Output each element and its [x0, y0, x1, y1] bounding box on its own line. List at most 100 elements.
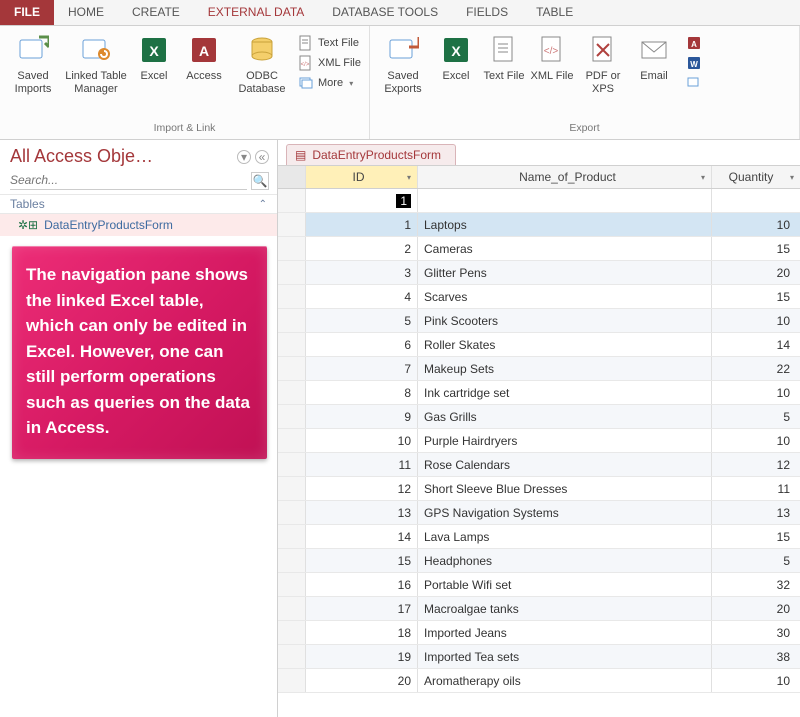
export-text-button[interactable]: Text File [482, 30, 526, 83]
cell-qty[interactable]: 14 [712, 333, 800, 356]
export-email-button[interactable]: Email [632, 30, 676, 83]
import-more-button[interactable]: More ▾ [296, 74, 363, 92]
export-pdf-button[interactable]: PDF or XPS [578, 30, 628, 95]
cell-qty[interactable]: 11 [712, 477, 800, 500]
table-row[interactable]: 11Rose Calendars12 [278, 453, 800, 477]
tab-create[interactable]: CREATE [118, 0, 194, 25]
cell-id[interactable]: 13 [306, 501, 418, 524]
cell-name[interactable]: Cameras [418, 237, 712, 260]
row-selector[interactable] [278, 501, 306, 524]
cell-qty[interactable]: 20 [712, 261, 800, 284]
cell-id[interactable]: 3 [306, 261, 418, 284]
tab-file[interactable]: FILE [0, 0, 54, 25]
cell-qty[interactable]: 13 [712, 501, 800, 524]
column-header-qty[interactable]: Quantity▾ [712, 166, 800, 188]
cell-name[interactable]: Aromatherapy oils [418, 669, 712, 692]
table-row[interactable]: 17Macroalgae tanks20 [278, 597, 800, 621]
cell-name[interactable]: Scarves [418, 285, 712, 308]
cell-id[interactable]: 19 [306, 645, 418, 668]
table-row[interactable]: 4Scarves15 [278, 285, 800, 309]
column-header-id[interactable]: ID▾ [306, 166, 418, 188]
cell-id[interactable]: 12 [306, 477, 418, 500]
cell-id[interactable]: 16 [306, 573, 418, 596]
cell-id[interactable]: 17 [306, 597, 418, 620]
row-selector[interactable] [278, 285, 306, 308]
cell-name[interactable]: Imported Tea sets [418, 645, 712, 668]
cell-name[interactable]: Makeup Sets [418, 357, 712, 380]
table-row[interactable]: 6Roller Skates14 [278, 333, 800, 357]
table-row[interactable]: 19Imported Tea sets38 [278, 645, 800, 669]
export-word-button[interactable]: W [684, 54, 704, 72]
table-row[interactable]: 1Laptops10 [278, 213, 800, 237]
cell-qty[interactable]: 22 [712, 357, 800, 380]
table-row[interactable]: 3Glitter Pens20 [278, 261, 800, 285]
row-selector[interactable] [278, 477, 306, 500]
cell-name[interactable]: Lava Lamps [418, 525, 712, 548]
tab-external[interactable]: EXTERNAL DATA [194, 0, 318, 25]
row-selector[interactable] [278, 549, 306, 572]
cell-id[interactable]: 6 [306, 333, 418, 356]
cell-id[interactable]: 14 [306, 525, 418, 548]
cell-name[interactable]: GPS Navigation Systems [418, 501, 712, 524]
row-selector[interactable] [278, 597, 306, 620]
row-selector[interactable] [278, 645, 306, 668]
cell-name[interactable]: Imported Jeans [418, 621, 712, 644]
search-icon[interactable]: 🔍 [251, 172, 269, 190]
cell-qty[interactable]: 12 [712, 453, 800, 476]
nav-search-input[interactable] [10, 171, 247, 190]
cell-id[interactable]: 5 [306, 309, 418, 332]
cell-name[interactable]: Headphones [418, 549, 712, 572]
cell-qty[interactable]: 5 [712, 549, 800, 572]
row-selector[interactable] [278, 405, 306, 428]
row-selector[interactable] [278, 309, 306, 332]
tab-home[interactable]: HOME [54, 0, 118, 25]
row-selector[interactable] [278, 525, 306, 548]
new-record-row[interactable]: 1 [278, 189, 800, 213]
cell-id[interactable]: 7 [306, 357, 418, 380]
cell-id[interactable]: 18 [306, 621, 418, 644]
cell-qty[interactable]: 30 [712, 621, 800, 644]
row-selector[interactable] [278, 381, 306, 404]
nav-section-tables[interactable]: Tables ⌃ [0, 194, 277, 214]
cell-name[interactable]: Purple Hairdryers [418, 429, 712, 452]
table-row[interactable]: 18Imported Jeans30 [278, 621, 800, 645]
new-record-id-cell[interactable]: 1 [396, 194, 411, 208]
import-text-file-button[interactable]: Text File [296, 34, 363, 52]
select-all-corner[interactable] [278, 166, 306, 188]
table-row[interactable]: 20Aromatherapy oils10 [278, 669, 800, 693]
row-selector[interactable] [278, 669, 306, 692]
cell-id[interactable]: 8 [306, 381, 418, 404]
row-selector[interactable] [278, 429, 306, 452]
cell-id[interactable]: 9 [306, 405, 418, 428]
row-selector[interactable] [278, 213, 306, 236]
cell-name[interactable]: Ink cartridge set [418, 381, 712, 404]
navpane-title[interactable]: All Access Obje… [10, 146, 153, 167]
cell-name[interactable]: Macroalgae tanks [418, 597, 712, 620]
cell-name[interactable]: Rose Calendars [418, 453, 712, 476]
cell-qty[interactable]: 15 [712, 237, 800, 260]
cell-name[interactable]: Gas Grills [418, 405, 712, 428]
table-row[interactable]: 13GPS Navigation Systems13 [278, 501, 800, 525]
cell-qty[interactable]: 10 [712, 669, 800, 692]
cell-qty[interactable]: 5 [712, 405, 800, 428]
table-row[interactable]: 10Purple Hairdryers10 [278, 429, 800, 453]
row-selector[interactable] [278, 357, 306, 380]
cell-qty[interactable]: 10 [712, 309, 800, 332]
cell-id[interactable]: 15 [306, 549, 418, 572]
cell-qty[interactable]: 10 [712, 213, 800, 236]
table-row[interactable]: 14Lava Lamps15 [278, 525, 800, 549]
cell-id[interactable]: 20 [306, 669, 418, 692]
navpane-collapse-icon[interactable]: « [255, 150, 269, 164]
cell-name[interactable]: Short Sleeve Blue Dresses [418, 477, 712, 500]
import-access-button[interactable]: A Access [180, 30, 228, 83]
row-selector[interactable] [278, 333, 306, 356]
export-more-button[interactable] [684, 74, 704, 92]
cell-id[interactable]: 4 [306, 285, 418, 308]
table-row[interactable]: 2Cameras15 [278, 237, 800, 261]
chevron-down-icon[interactable]: ▾ [701, 173, 705, 182]
cell-name[interactable]: Glitter Pens [418, 261, 712, 284]
table-row[interactable]: 8Ink cartridge set10 [278, 381, 800, 405]
chevron-down-icon[interactable]: ▾ [407, 173, 411, 182]
row-selector[interactable] [278, 261, 306, 284]
table-row[interactable]: 12Short Sleeve Blue Dresses11 [278, 477, 800, 501]
